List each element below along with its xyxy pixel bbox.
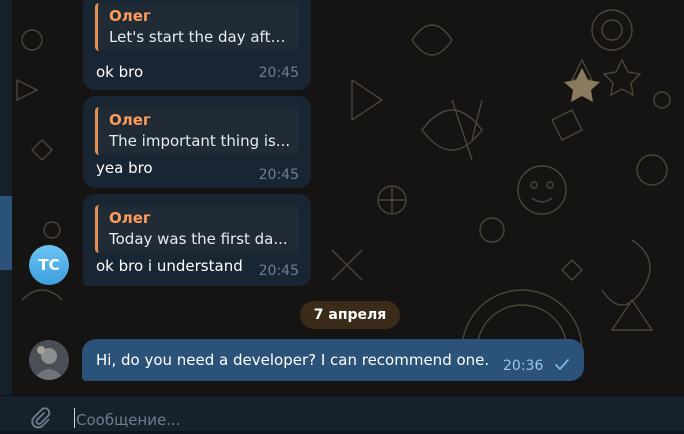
reply-quote[interactable]: Олег Let's start the day afte...: [95, 3, 299, 51]
message-time: 20:45: [258, 65, 299, 81]
date-separator: 7 апреля: [300, 301, 400, 329]
user-avatar[interactable]: [29, 340, 69, 380]
reply-quote[interactable]: Олег Today was the first da...: [95, 205, 299, 253]
message-bubble[interactable]: Олег The important thing is... yea bro 2…: [83, 96, 311, 188]
reply-text: Today was the first da...: [109, 230, 288, 248]
reply-quote[interactable]: Олег The important thing is...: [95, 107, 299, 155]
message-bubble[interactable]: Олег Today was the first da... ok bro i …: [83, 194, 311, 286]
message-time: 20:45: [258, 167, 299, 183]
message-input[interactable]: [76, 409, 636, 431]
reply-text: Let's start the day afte...: [109, 28, 291, 46]
message-time: 20:36: [503, 358, 544, 374]
message-text: yea bro: [96, 159, 153, 177]
message-composer: [0, 395, 684, 431]
reply-text: The important thing is...: [109, 132, 291, 150]
chat-list-edge[interactable]: [0, 0, 12, 395]
reply-author: Олег: [109, 209, 151, 227]
sender-avatar[interactable]: TC: [29, 245, 69, 285]
reply-author: Олег: [109, 111, 151, 129]
reply-author: Олег: [109, 7, 151, 25]
message-time: 20:45: [258, 263, 299, 279]
check-icon: [554, 357, 570, 376]
message-bubble[interactable]: Олег Let's start the day afte... ok bro …: [83, 0, 311, 90]
active-chat-indicator: [0, 196, 12, 270]
message-text: ok bro i understand: [96, 257, 243, 275]
text-caret: [74, 408, 75, 428]
message-text: Hi, do you need a developer? I can recom…: [96, 351, 490, 369]
message-text: ok bro: [96, 63, 144, 81]
outgoing-message-bubble[interactable]: Hi, do you need a developer? I can recom…: [82, 339, 584, 381]
